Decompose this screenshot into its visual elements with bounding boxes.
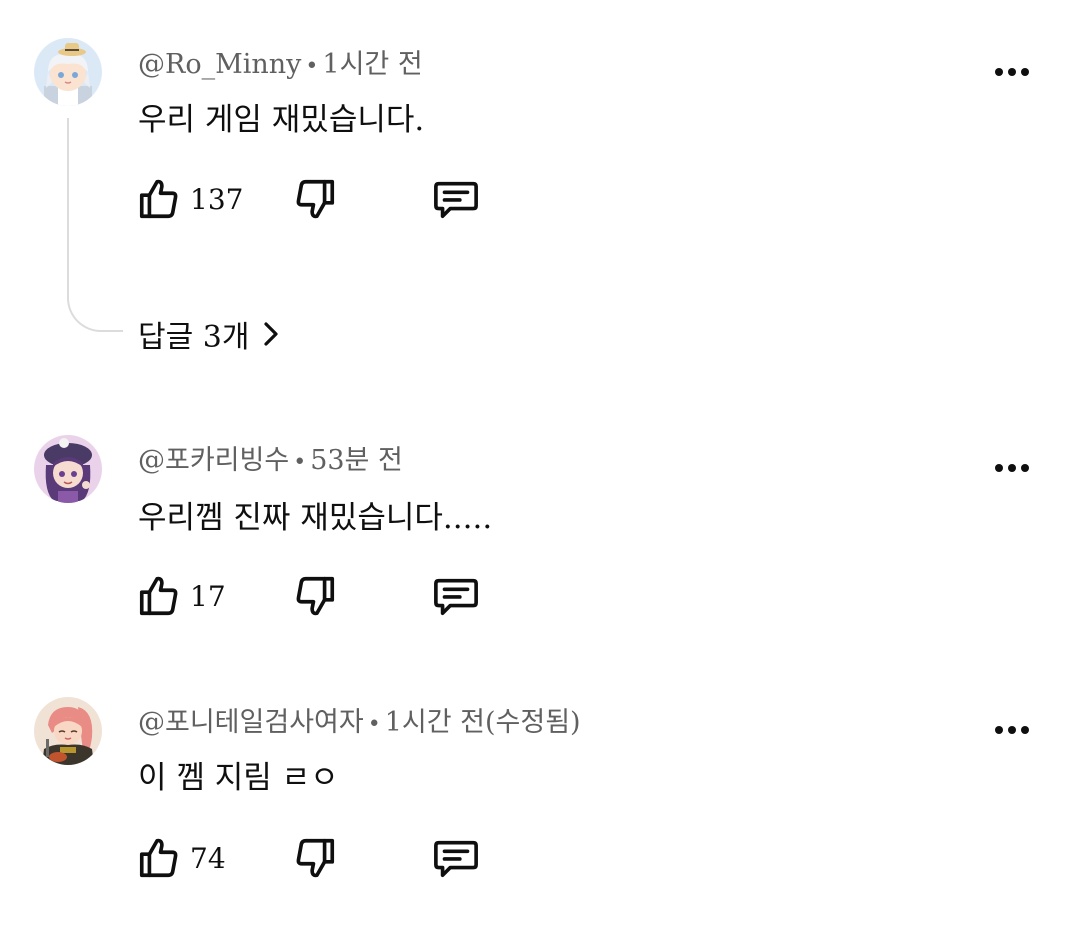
more-horizontal-icon — [995, 68, 1029, 76]
comment-meta: @포카리빙수 • 53분 전 — [138, 438, 403, 477]
meta-separator: • — [305, 54, 319, 79]
more-options-button[interactable] — [992, 720, 1032, 740]
comment-icon — [434, 578, 478, 616]
avatar[interactable] — [34, 697, 102, 765]
thumbs-up-icon — [139, 838, 178, 878]
thumbs-down-icon — [296, 838, 335, 878]
meta-separator: • — [293, 450, 307, 475]
chevron-right-icon — [264, 322, 279, 346]
reply-button[interactable] — [431, 834, 481, 882]
comment-icon — [434, 181, 478, 219]
comment-text: 이 껨 지림 ㄹㅇ — [138, 760, 339, 796]
comment-text: 우리껨 진짜 재밌습니다..... — [138, 500, 493, 536]
reply-button[interactable] — [431, 175, 481, 223]
comment-meta: @Ro_Minny • 1시간 전 — [138, 42, 423, 81]
like-count: 17 — [190, 579, 226, 613]
author-name[interactable]: @포니테일검사여자 — [138, 707, 364, 738]
dislike-button[interactable] — [292, 834, 338, 882]
meta-separator: • — [367, 712, 381, 737]
reply-button[interactable] — [431, 572, 481, 620]
comment-icon — [434, 840, 478, 878]
thumbs-up-icon — [139, 576, 178, 616]
more-horizontal-icon — [995, 726, 1029, 734]
thumbs-up-icon — [139, 179, 178, 219]
comment-meta: @포니테일검사여자 • 1시간 전(수정됨) — [138, 700, 581, 739]
replies-label: 답글 3개 — [138, 320, 250, 355]
comment-time: 1시간 전 — [322, 49, 423, 80]
dislike-button[interactable] — [292, 175, 338, 223]
like-button[interactable]: 137 — [136, 175, 243, 223]
more-options-button[interactable] — [992, 62, 1032, 82]
more-horizontal-icon — [995, 464, 1029, 472]
like-button[interactable]: 17 — [136, 572, 226, 620]
more-options-button[interactable] — [992, 458, 1032, 478]
like-button[interactable]: 74 — [136, 834, 226, 882]
dislike-button[interactable] — [292, 572, 338, 620]
avatar[interactable] — [34, 435, 102, 503]
view-replies-button[interactable]: 답글 3개 — [138, 312, 281, 356]
thumbs-down-icon — [296, 179, 335, 219]
thread-line — [67, 118, 123, 332]
like-count: 74 — [190, 841, 226, 875]
like-count: 137 — [190, 182, 244, 216]
thumbs-down-icon — [296, 576, 335, 616]
comment-time: 1시간 전(수정됨) — [384, 707, 581, 738]
author-name[interactable]: @Ro_Minny — [138, 49, 301, 80]
comment-text: 우리 게임 재밌습니다. — [138, 102, 425, 138]
avatar[interactable] — [34, 38, 102, 106]
comment-time: 53분 전 — [310, 445, 403, 476]
author-name[interactable]: @포카리빙수 — [138, 445, 289, 476]
